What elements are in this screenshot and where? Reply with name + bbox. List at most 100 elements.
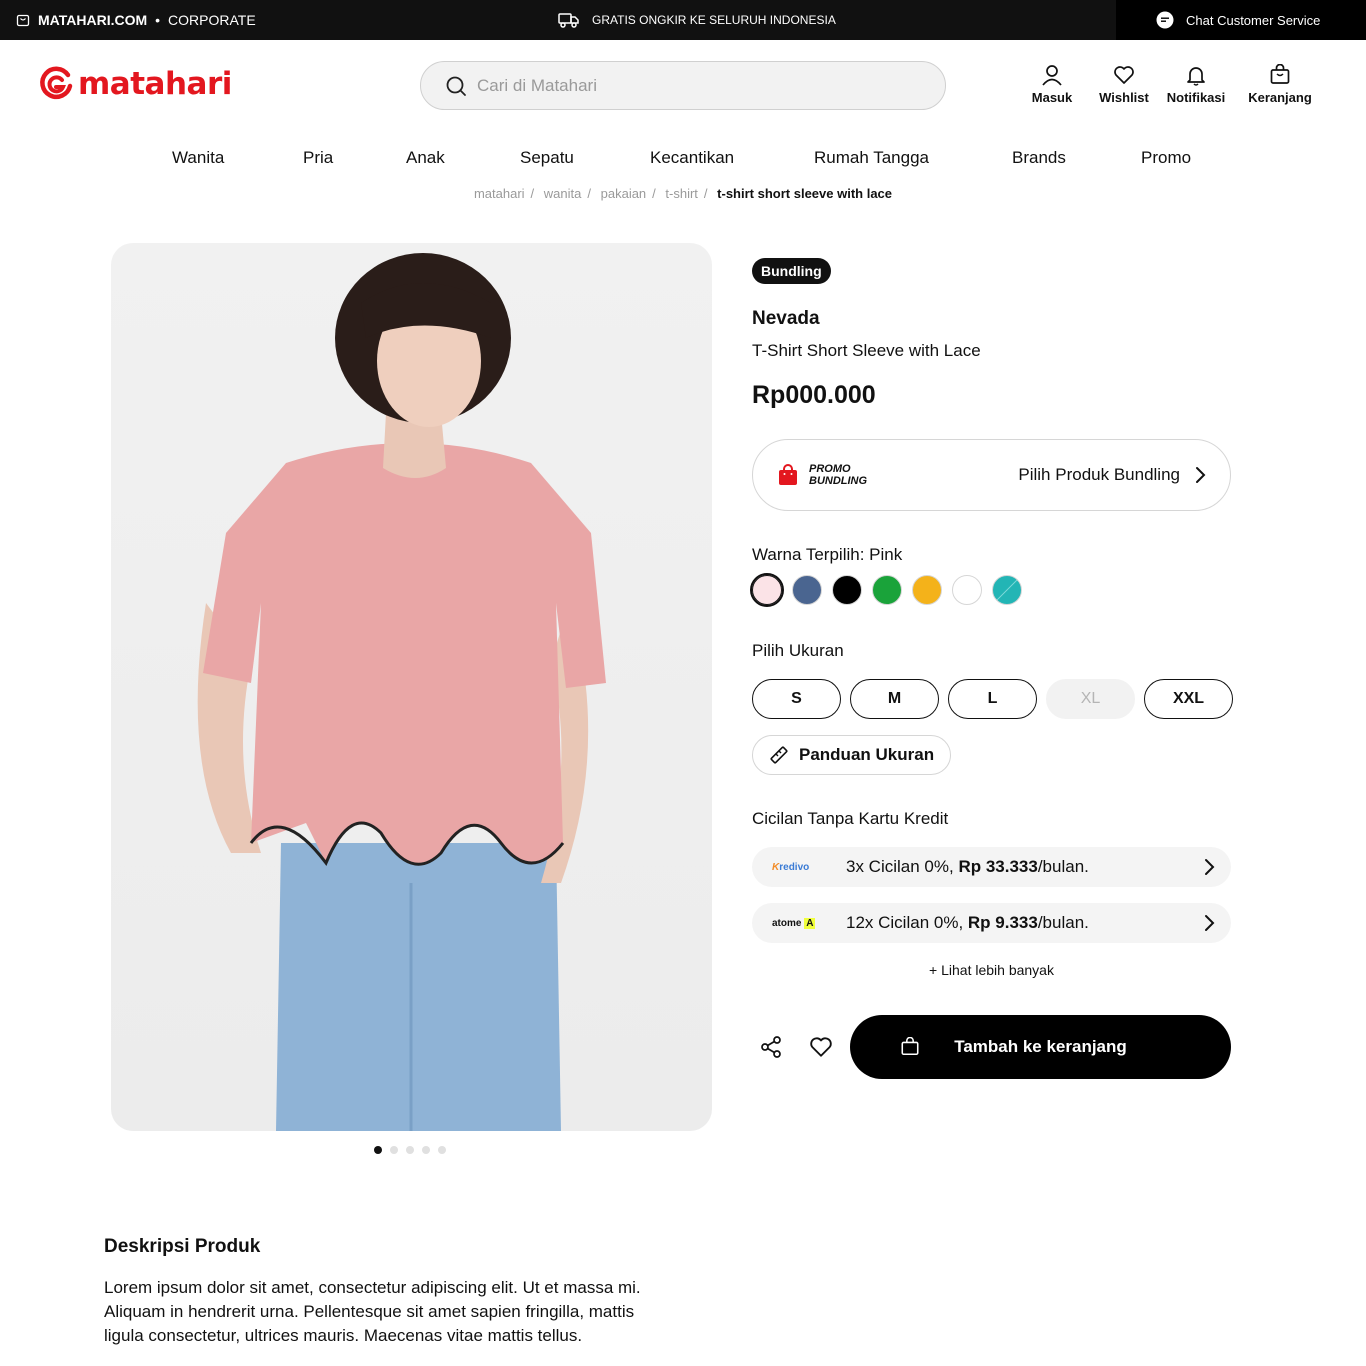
size-option-l[interactable]: L: [948, 679, 1037, 719]
search-bar[interactable]: [420, 61, 946, 110]
installment-kredivo-amount: Rp 33.333: [958, 857, 1038, 876]
category-nav: Wanita Pria Anak Sepatu Kecantikan Rumah…: [0, 148, 1366, 172]
add-to-cart-label: Tambah ke keranjang: [954, 1037, 1127, 1056]
kredivo-logo: Kredivo: [772, 861, 810, 873]
bag-icon: [901, 1037, 919, 1056]
product-price: Rp000.000: [752, 381, 876, 409]
bullet-separator: •: [155, 12, 161, 28]
size-guide-button[interactable]: Panduan Ukuran: [752, 735, 952, 775]
corporate-link[interactable]: CORPORATE: [168, 12, 256, 28]
installment-atome-suffix: /bulan.: [1037, 913, 1089, 932]
breadcrumb-current: t-shirt short sleeve with lace: [717, 186, 893, 201]
color-swatches: [750, 573, 1022, 607]
chevron-right-icon: [1205, 915, 1215, 931]
shopping-bag-icon: [779, 464, 797, 485]
notification-button[interactable]: Notifikasi: [1160, 64, 1232, 105]
notification-label: Notifikasi: [1166, 90, 1226, 105]
heart-icon: [1114, 66, 1134, 84]
add-to-cart-button[interactable]: Tambah ke keranjang: [850, 1015, 1231, 1079]
gallery-dot-3[interactable]: [406, 1146, 414, 1154]
color-swatch-black[interactable]: [832, 575, 862, 605]
installment-kredivo-suffix: /bulan.: [1037, 857, 1089, 876]
description-title: Deskripsi Produk: [104, 1236, 261, 1257]
installment-atome-amount: Rp 9.333: [967, 913, 1038, 932]
size-label: Pilih Ukuran: [752, 641, 844, 660]
size-option-xxl[interactable]: XXL: [1144, 679, 1233, 719]
gallery-dot-1[interactable]: [374, 1146, 382, 1154]
shipping-text: GRATIS ONGKIR KE SELURUH INDONESIA: [592, 13, 836, 27]
color-swatch-white[interactable]: [952, 575, 982, 605]
nav-item-sepatu[interactable]: Sepatu: [520, 148, 574, 168]
product-photo: [197, 253, 606, 1131]
nav-item-rumah-tangga[interactable]: Rumah Tangga: [814, 148, 929, 168]
promo-bundling-card[interactable]: PROMO BUNDLING Pilih Produk Bundling: [752, 439, 1231, 511]
selected-color-label: Warna Terpilih: Pink: [752, 545, 903, 564]
bag-icon: [1270, 64, 1290, 84]
gallery-dot-4[interactable]: [422, 1146, 430, 1154]
product-image[interactable]: [111, 243, 712, 1131]
search-input[interactable]: [477, 75, 917, 96]
chevron-right-icon: [1196, 467, 1206, 483]
nav-item-kecantikan[interactable]: Kecantikan: [650, 148, 734, 168]
nav-item-promo[interactable]: Promo: [1141, 148, 1191, 168]
site-link[interactable]: MATAHARI.COM: [38, 12, 147, 28]
breadcrumb-t-shirt[interactable]: t-shirt: [665, 186, 698, 201]
color-swatch-yellow[interactable]: [912, 575, 942, 605]
breadcrumb: matahari / wanita / pakaian / t-shirt / t-sh…: [473, 186, 893, 201]
chevron-right-icon: [1205, 859, 1215, 875]
store-icon: [16, 14, 30, 27]
installment-kredivo[interactable]: Kredivo 3x Cicilan 0%, Rp 33.333/bulan.: [752, 847, 1231, 887]
color-swatch-green[interactable]: [872, 575, 902, 605]
size-option-s[interactable]: S: [752, 679, 841, 719]
corporate-links: MATAHARI.COM • CORPORATE: [16, 0, 256, 40]
breadcrumb-matahari[interactable]: matahari: [474, 186, 525, 201]
gallery-dot-5[interactable]: [438, 1146, 446, 1154]
search-icon: [446, 76, 466, 96]
chat-icon: [1156, 11, 1174, 29]
description-body: Lorem ipsum dolor sit amet, consectetur …: [104, 1278, 641, 1345]
installment-atome[interactable]: atome A 12x Cicilan 0%, Rp 9.333/bulan.: [752, 903, 1231, 943]
size-option-xl: XL: [1046, 679, 1135, 719]
wishlist-button[interactable]: Wishlist: [1088, 64, 1160, 105]
truck-icon: [558, 13, 579, 28]
installment-kredivo-prefix: 3x Cicilan 0%,: [846, 857, 959, 876]
login-button[interactable]: Masuk: [1016, 64, 1088, 105]
matahari-logo[interactable]: matahari: [38, 66, 232, 102]
product-brand[interactable]: Nevada: [752, 308, 820, 330]
chat-customer-service[interactable]: Chat Customer Service: [1116, 0, 1366, 40]
color-swatch-pink[interactable]: [750, 573, 784, 607]
gallery-dot-2[interactable]: [390, 1146, 398, 1154]
size-options: S M L XL XXL: [752, 679, 1233, 719]
installment-kredivo-text: 3x Cicilan 0%, Rp 33.333/bulan.: [846, 857, 1089, 877]
product-name: T-Shirt Short Sleeve with Lace: [752, 341, 981, 360]
installment-atome-text: 12x Cicilan 0%, Rp 9.333/bulan.: [846, 913, 1089, 933]
promo-line-1: PROMO: [809, 463, 851, 475]
share-icon[interactable]: [760, 1035, 782, 1059]
nav-item-brands[interactable]: Brands: [1012, 148, 1066, 168]
breadcrumb-pakaian[interactable]: pakaian: [601, 186, 647, 201]
logo-wordmark: matahari: [78, 66, 232, 102]
color-swatch-teal[interactable]: [992, 575, 1022, 605]
size-guide-label: Panduan Ukuran: [799, 745, 935, 764]
promo-link: Pilih Produk Bundling: [1018, 465, 1180, 484]
gallery-pagination: [374, 1146, 446, 1154]
size-option-m[interactable]: M: [850, 679, 939, 719]
header-actions: Masuk Wishlist Notifikasi Keranjang: [1016, 64, 1328, 105]
wishlist-label: Wishlist: [1099, 90, 1149, 105]
color-swatch-navy[interactable]: [792, 575, 822, 605]
see-more-installments[interactable]: + Lihat lebih banyak: [752, 962, 1231, 978]
breadcrumb-wanita[interactable]: wanita: [544, 186, 582, 201]
nav-item-pria[interactable]: Pria: [303, 148, 333, 168]
chat-label: Chat Customer Service: [1186, 12, 1321, 28]
nav-item-anak[interactable]: Anak: [406, 148, 445, 168]
matahari-logo-icon: [40, 66, 73, 100]
nav-item-wanita[interactable]: Wanita: [172, 148, 224, 168]
cart-header-button[interactable]: Keranjang: [1232, 64, 1328, 105]
shipping-banner: GRATIS ONGKIR KE SELURUH INDONESIA: [558, 0, 836, 40]
atome-logo: atome A: [772, 917, 816, 929]
cart-header-label: Keranjang: [1248, 90, 1312, 105]
purchase-actions: Tambah ke keranjang: [752, 1015, 1231, 1079]
bell-icon: [1187, 67, 1205, 86]
wishlist-heart-icon[interactable]: [809, 1035, 833, 1059]
bundling-badge: Bundling: [752, 258, 831, 284]
